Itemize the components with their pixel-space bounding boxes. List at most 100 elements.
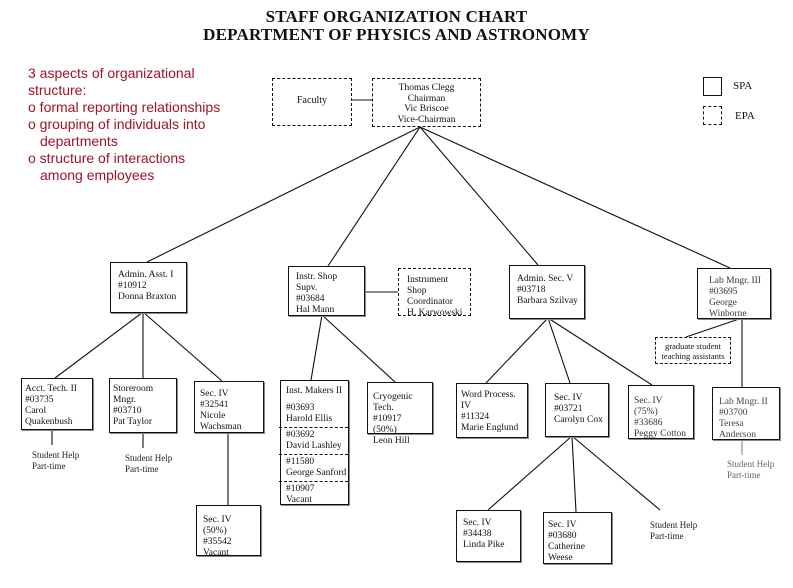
sec-iv-vacant-box: Sec. IV (50%) #35542 Vacant — [196, 505, 261, 558]
connector-carolyn-student — [571, 435, 661, 511]
position-title: Word Process. IV — [461, 390, 516, 411]
position-title: Lab Mngr. III — [709, 276, 761, 286]
connector-instr-makers — [310, 314, 323, 381]
employee-name: Vacant — [286, 495, 312, 505]
employee-name: George Sanford — [286, 468, 347, 478]
connector-adminsec-peggy — [547, 317, 653, 386]
legend-spa-label: SPA — [733, 80, 753, 92]
employee-name: Nicole Wachsman — [200, 411, 242, 432]
part-time-label: Part-time — [650, 530, 684, 541]
position-title: Cryogenic Tech. — [373, 392, 413, 413]
employee-name: Carol Quakenbush — [25, 406, 73, 427]
storeroom-mngr-box: Storeroom Mngr. #03710 Pat Taylor — [109, 378, 177, 433]
faculty-label: Faculty — [297, 95, 327, 106]
connector-chair-adminsec — [419, 126, 539, 266]
employee-name: Peggy Cotton — [634, 429, 686, 439]
position-number: #03735 — [25, 395, 54, 405]
position-number: #11324 — [461, 412, 490, 422]
employee-name: Linda Pike — [463, 540, 505, 550]
employee-name: Marie Englund — [461, 423, 519, 433]
chairman-title: Chairman — [407, 93, 446, 104]
faculty-box: Faculty — [272, 78, 352, 126]
position-number: #03680 — [548, 531, 577, 541]
connector-admin-sec — [142, 311, 223, 382]
grad-ta-line1: graduate student — [665, 341, 721, 351]
employee-name: Vacant — [203, 548, 229, 558]
sec-iv-catherine-box: Sec. IV #03680 Catherine Weese — [543, 512, 612, 564]
acct-tech-box: Acct. Tech. II #03735 Carol Quakenbush — [21, 378, 93, 430]
lab-mngr-ii-box: Lab Mngr. II #03700 Teresa Anderson — [712, 387, 780, 440]
position-number: #03718 — [517, 285, 546, 295]
instrument-shop-coordinator-box: Instrument Shop Coordinator H. Karwowski — [398, 268, 471, 318]
student-help-carolyn: Student Help Part-time — [650, 520, 697, 541]
grad-ta-box: graduate student teaching assistants — [655, 337, 731, 364]
position-title: Instrument Shop — [407, 275, 449, 296]
position-number: #03693 — [286, 403, 315, 413]
connector-chair-instr — [327, 126, 421, 267]
employee-name: Hal Mann — [296, 305, 335, 315]
employee-name: George Winborne — [709, 298, 747, 319]
sec-iv-carolyn-box: Sec. IV #03721 Carolyn Cox — [545, 383, 609, 437]
connector-chair-admin — [146, 126, 421, 263]
instr-shop-supv-box: Instr. Shop Supv. #03684 Hal Mann — [288, 266, 365, 316]
cryogenic-tech-box: Cryogenic Tech. #10917 (50%) Leon Hill — [367, 382, 433, 446]
position-title: Admin. Asst. I — [118, 270, 174, 280]
position-role: Coordinator — [407, 297, 453, 307]
part-time-label: Part-time — [727, 469, 761, 480]
legend-epa-swatch — [703, 106, 722, 125]
position-number: #35542 — [203, 537, 232, 547]
grad-ta-line2: teaching assistants — [661, 351, 725, 361]
student-help-acct: Student Help Part-time — [32, 450, 79, 471]
student-help-label: Student Help — [32, 450, 80, 460]
position-number: #33686 — [634, 418, 663, 428]
employee-name: Donna Braxton — [118, 292, 177, 302]
sec-iv-peggy-box: Sec. IV (75%) #33686 Peggy Cotton — [628, 385, 694, 439]
chairman-box: Thomas Clegg Chairman Vic Briscoe Vice-C… — [372, 78, 481, 127]
position-title: Sec. IV (75%) — [634, 396, 663, 417]
employee-name: Barbara Szilvay — [517, 296, 578, 306]
employee-name: Harold Ellis — [286, 414, 333, 424]
position-number: #03692 — [286, 430, 315, 440]
position-number: #10912 — [118, 281, 147, 291]
connector-carolyn-linda — [487, 435, 573, 511]
position-title: Sec. IV — [200, 389, 229, 399]
connector-admin-acct — [54, 311, 144, 379]
employee-name: Teresa Anderson — [719, 419, 756, 440]
position-number: #03721 — [554, 404, 583, 414]
position-number: #03700 — [719, 408, 748, 418]
legend-spa-swatch — [703, 77, 722, 96]
position-title: Instr. Shop Supv. — [296, 272, 338, 293]
part-time-label: Part-time — [32, 460, 66, 471]
position-number: #03710 — [113, 406, 142, 416]
group-title: Inst. Makers II — [286, 386, 343, 396]
employee-name: H. Karwowski — [407, 308, 463, 318]
position-title: Lab Mngr. II — [719, 397, 768, 407]
position-number: #03684 — [296, 294, 325, 304]
position-number: #32541 — [200, 400, 229, 410]
chairman-name: Thomas Clegg — [398, 83, 455, 93]
student-help-lab: Student Help Part-time — [727, 459, 774, 480]
position-title: Admin. Sec. V — [517, 274, 574, 284]
member-separator: #11580 George Sanford — [279, 454, 348, 479]
employee-name: Catherine Weese — [548, 542, 585, 563]
connector-chair-labmngr — [419, 126, 731, 269]
employee-name: Carolyn Cox — [554, 415, 603, 425]
member-separator: #03692 David Lashley — [279, 427, 348, 452]
position-title: Sec. IV — [463, 518, 492, 528]
employee-name: David Lashley — [286, 441, 342, 451]
position-title: Sec. IV — [554, 393, 583, 403]
student-help-storeroom: Student Help Part-time — [125, 453, 172, 474]
position-title: Sec. IV (50%) — [203, 515, 232, 536]
member-separator: #10907 Vacant — [279, 481, 348, 506]
sec-iv-nicole-box: Sec. IV #32541 Nicole Wachsman — [194, 381, 264, 433]
position-number: #03695 — [709, 287, 738, 297]
admin-sec-v-box: Admin. Sec. V #03718 Barbara Szilvay — [509, 265, 585, 319]
employee-name: Leon Hill — [373, 436, 410, 446]
student-help-label: Student Help — [125, 453, 173, 463]
student-help-label: Student Help — [650, 520, 698, 530]
position-title: Sec. IV — [548, 520, 577, 530]
position-title: Storeroom Mngr. — [113, 384, 154, 405]
position-number: #34438 — [463, 529, 492, 539]
admin-asst-box: Admin. Asst. I #10912 Donna Braxton — [110, 262, 187, 313]
position-number: #11580 — [286, 457, 315, 467]
